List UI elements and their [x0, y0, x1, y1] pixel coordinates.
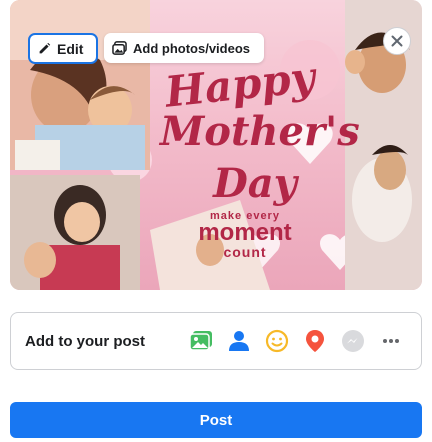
tagline-line-3: count: [223, 244, 267, 260]
photo-video-icon: [189, 330, 213, 352]
post-button[interactable]: Post: [10, 402, 422, 438]
pencil-icon: [38, 42, 51, 55]
photos-icon: [112, 41, 127, 55]
location-pin-icon: [305, 329, 325, 353]
edit-button[interactable]: Edit: [28, 33, 98, 64]
tag-people-button[interactable]: [223, 325, 255, 357]
feeling-icon: [265, 329, 289, 353]
headline-mothers: Mother's: [160, 108, 360, 155]
headline-day: Day: [213, 160, 297, 207]
tag-people-icon: [227, 330, 251, 352]
post-tools: [185, 325, 407, 357]
messenger-icon: [341, 329, 365, 353]
add-photos-videos-button[interactable]: Add photos/videos: [104, 33, 264, 63]
image-tagline: make every moment count: [185, 210, 305, 260]
close-button[interactable]: [383, 27, 411, 55]
feeling-activity-button[interactable]: [261, 325, 293, 357]
add-to-post-label: Add to your post: [25, 332, 145, 350]
more-icon: [381, 338, 401, 344]
messenger-button[interactable]: [337, 325, 369, 357]
close-icon: [391, 35, 403, 47]
add-to-post-bar: Add to your post: [10, 312, 422, 370]
add-media-label: Add photos/videos: [133, 40, 250, 56]
tagline-line-2: moment: [198, 219, 292, 246]
photo-video-button[interactable]: [185, 325, 217, 357]
edit-label: Edit: [57, 40, 84, 57]
more-button[interactable]: [375, 325, 407, 357]
check-in-button[interactable]: [299, 325, 331, 357]
